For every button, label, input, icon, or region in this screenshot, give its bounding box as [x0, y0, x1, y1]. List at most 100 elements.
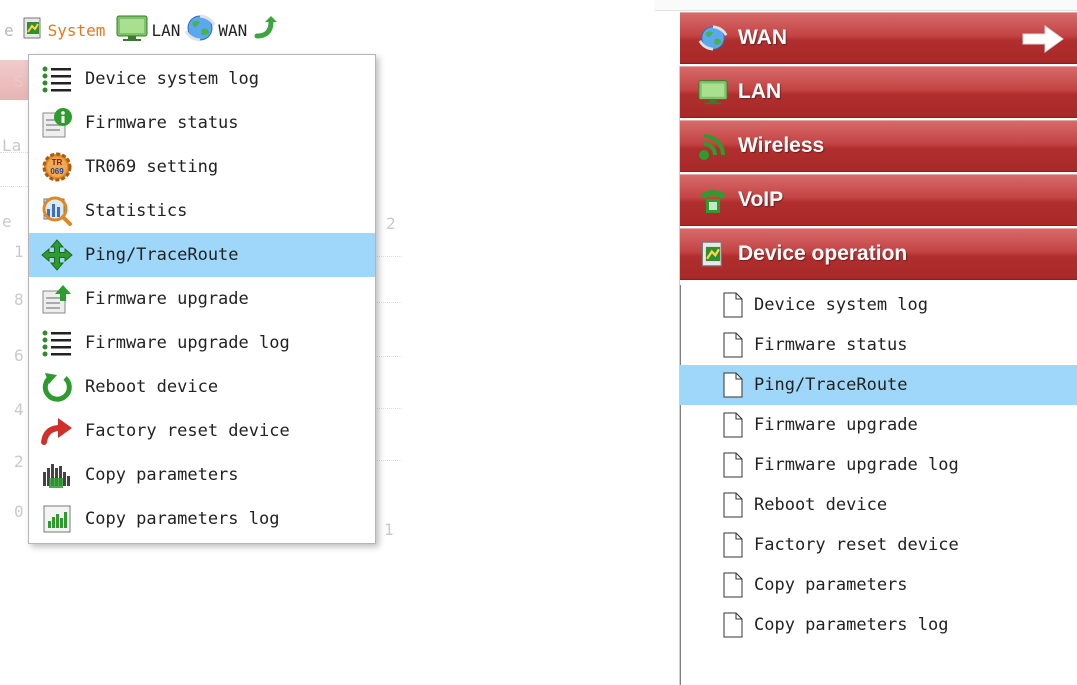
sub-item-reboot-device[interactable]: Reboot device	[680, 485, 1077, 525]
svg-text:069: 069	[50, 167, 64, 176]
next-menu[interactable]	[251, 14, 279, 46]
accordion-label: Wireless	[738, 134, 825, 157]
copy-log-icon	[37, 499, 77, 539]
document-icon	[723, 332, 743, 358]
reboot-icon	[37, 367, 77, 407]
system-menu-label: System	[47, 20, 106, 40]
wan-globe-icon	[184, 13, 216, 47]
sub-item-ping-traceroute[interactable]: Ping/TraceRoute	[680, 365, 1077, 405]
top-menu-fragment: e	[4, 20, 14, 40]
background-fragment: 2	[14, 452, 24, 471]
dropdown-item-label: Ping/TraceRoute	[85, 245, 239, 265]
svg-text:TR: TR	[52, 158, 63, 167]
accordion-label: WAN	[738, 26, 787, 49]
sub-item-device-system-log[interactable]: Device system log	[680, 285, 1077, 325]
statistics-icon	[37, 191, 77, 231]
list-icon	[37, 323, 77, 363]
sub-item-label: Firmware upgrade	[754, 415, 918, 435]
dropdown-item-label: Statistics	[85, 201, 188, 221]
dropdown-item-firmware-upgrade-log[interactable]: Firmware upgrade log	[29, 321, 375, 365]
background-fragment: 6	[14, 346, 24, 365]
voip-phone-icon	[696, 183, 730, 217]
sub-item-label: Device system log	[754, 295, 928, 315]
background-fragment: 1	[14, 242, 24, 261]
device-operation-dropdown: Device system log Firmware status TR 069 …	[28, 54, 376, 544]
sub-item-firmware-upgrade[interactable]: Firmware upgrade	[680, 405, 1077, 445]
background-fragment: 0	[14, 502, 24, 521]
accordion-wan[interactable]: WAN	[680, 12, 1077, 64]
dropdown-item-label: Firmware upgrade log	[85, 333, 290, 353]
info-icon	[37, 103, 77, 143]
reset-arrow-icon	[37, 411, 77, 451]
list-icon	[37, 59, 77, 99]
document-icon	[723, 572, 743, 598]
dropdown-item-label: Factory reset device	[85, 421, 290, 441]
dropdown-item-label: TR069 setting	[85, 157, 219, 177]
top-border	[655, 0, 1077, 11]
document-icon	[723, 412, 743, 438]
background-divider	[0, 186, 30, 187]
dropdown-item-label: Reboot device	[85, 377, 219, 397]
background-fragment: e	[2, 212, 12, 231]
sub-item-label: Factory reset device	[754, 535, 959, 555]
dropdown-item-factory-reset-device[interactable]: Factory reset device	[29, 409, 375, 453]
lan-monitor-icon	[115, 14, 149, 46]
background-divider	[0, 152, 30, 153]
sub-item-firmware-status[interactable]: Firmware status	[680, 325, 1077, 365]
background-divider	[374, 356, 402, 357]
accordion-label: VoIP	[738, 188, 784, 211]
dropdown-item-tr069-setting[interactable]: TR 069 TR069 setting	[29, 145, 375, 189]
dropdown-item-reboot-device[interactable]: Reboot device	[29, 365, 375, 409]
sub-item-label: Ping/TraceRoute	[754, 375, 908, 395]
accordion-wireless[interactable]: Wireless	[680, 120, 1077, 172]
accordion-label: Device operation	[738, 242, 908, 265]
dropdown-item-copy-parameters-log[interactable]: Copy parameters log	[29, 497, 375, 541]
dropdown-item-firmware-status[interactable]: Firmware status	[29, 101, 375, 145]
tr069-gear-icon: TR 069	[37, 147, 77, 187]
background-fragment: 8	[14, 290, 24, 309]
sub-item-label: Reboot device	[754, 495, 888, 515]
dropdown-item-device-system-log[interactable]: Device system log	[29, 57, 375, 101]
top-menu-bar: e System LAN WAN	[0, 8, 400, 52]
copy-bars-icon	[37, 455, 77, 495]
background-divider	[374, 408, 402, 409]
dropdown-item-label: Device system log	[85, 69, 259, 89]
accordion-voip[interactable]: VoIP	[680, 174, 1077, 226]
lan-menu-label: LAN	[151, 20, 181, 40]
sub-item-copy-parameters[interactable]: Copy parameters	[680, 565, 1077, 605]
accordion-device-operation[interactable]: Device operation	[680, 228, 1077, 280]
sub-item-label: Copy parameters log	[754, 615, 949, 635]
background-divider	[374, 256, 402, 257]
document-icon	[723, 452, 743, 478]
device-operation-icon	[696, 237, 730, 271]
wan-menu[interactable]: WAN	[184, 13, 247, 47]
sub-item-firmware-upgrade-log[interactable]: Firmware upgrade log	[680, 445, 1077, 485]
sub-item-label: Copy parameters	[754, 575, 908, 595]
sub-item-label: Firmware upgrade log	[754, 455, 959, 475]
sub-item-copy-parameters-log[interactable]: Copy parameters log	[680, 605, 1077, 645]
system-menu[interactable]: System	[22, 17, 106, 43]
sub-item-label: Firmware status	[754, 335, 908, 355]
background-divider	[374, 302, 402, 303]
upload-arrow-icon	[37, 279, 77, 319]
arrow-right-icon[interactable]	[1021, 24, 1065, 54]
background-fragment: 4	[14, 400, 24, 419]
document-icon	[723, 372, 743, 398]
dropdown-item-copy-parameters[interactable]: Copy parameters	[29, 453, 375, 497]
dropdown-item-ping-traceroute[interactable]: Ping/TraceRoute	[29, 233, 375, 277]
dropdown-item-label: Firmware status	[85, 113, 239, 133]
wireless-signal-icon	[696, 129, 730, 163]
background-divider	[374, 460, 402, 461]
device-operation-icon	[22, 17, 44, 43]
accordion-label: LAN	[738, 80, 782, 103]
dropdown-item-statistics[interactable]: Statistics	[29, 189, 375, 233]
background-fragment: S	[14, 72, 24, 91]
wan-globe-icon	[696, 21, 730, 55]
top-menu-fade	[360, 8, 420, 52]
lan-menu[interactable]: LAN	[115, 14, 180, 46]
accordion-lan[interactable]: LAN	[680, 66, 1077, 118]
left-panel: S La e 1 8 6 4 2 0 2 1 e System LAN WAN …	[0, 0, 420, 685]
dropdown-item-firmware-upgrade[interactable]: Firmware upgrade	[29, 277, 375, 321]
document-icon	[723, 612, 743, 638]
sub-item-factory-reset-device[interactable]: Factory reset device	[680, 525, 1077, 565]
